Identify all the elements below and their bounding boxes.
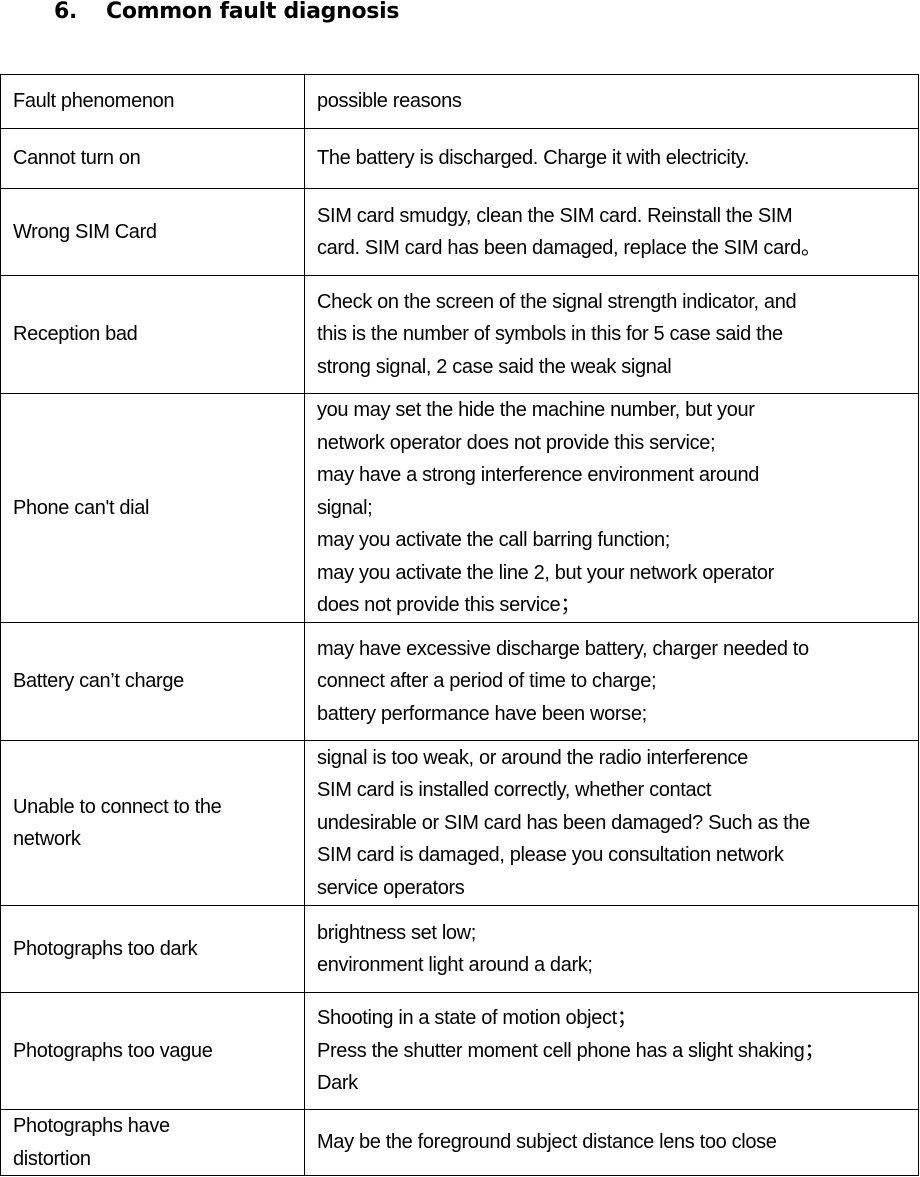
reason-text-line: May be the foreground subject distance l… (317, 1131, 777, 1154)
reason-text-line: brightness set low; (317, 921, 476, 944)
possible-reasons-cell: May be the foreground subject distance l… (304, 1109, 919, 1176)
reason-text-line: connect after a period of time to charge… (317, 670, 657, 693)
table-row: Photographs too dark brightness set low; e… (0, 905, 919, 993)
fault-text-line: Photographs have (13, 1115, 170, 1137)
fault-phenomenon-cell: Wrong SIM Card (0, 188, 305, 276)
fault-diagnosis-table: Fault phenomenon possible reasons Cannot… (0, 74, 919, 1176)
reason-text-line: may you activate the call barring functi… (317, 529, 670, 552)
possible-reasons-cell: The battery is discharged. Charge it wit… (304, 128, 919, 189)
header-possible-reasons: possible reasons (304, 74, 919, 129)
reason-text-line: signal is too weak, or around the radio … (317, 746, 748, 769)
header-fault-phenomenon: Fault phenomenon (0, 74, 305, 129)
fault-text-line: Photographs too vague (13, 1039, 213, 1062)
reason-text-line: Dark (317, 1072, 358, 1095)
possible-reasons-cell: you may set the hide the machine number,… (304, 393, 919, 623)
reason-text-line: SIM card is damaged, please you consulta… (317, 844, 784, 867)
possible-reasons-cell: SIM card smudgy, clean the SIM card. Rei… (304, 188, 919, 276)
reason-text-line: The battery is discharged. Charge it wit… (317, 147, 750, 170)
reason-text-line: card. SIM card has been damaged, replace… (317, 237, 821, 259)
fault-text-line: Battery can’t charge (13, 670, 184, 693)
reason-text-line: may have a strong interference environme… (317, 464, 760, 487)
fault-phenomenon-cell: Unable to connect to the network (0, 740, 305, 906)
table-header-row: Fault phenomenon possible reasons (0, 74, 919, 129)
reason-text-line: this is the number of symbols in this fo… (317, 323, 783, 346)
reason-text-line: may have excessive discharge battery, ch… (317, 637, 809, 660)
reason-text-line: environment light around a dark; (317, 954, 593, 976)
reason-text-line: Press the shutter moment cell phone has … (317, 1039, 824, 1062)
possible-reasons-cell: Check on the screen of the signal streng… (304, 275, 919, 394)
section-title: Common fault diagnosis (106, 0, 400, 24)
fault-text-line: distortion (13, 1147, 91, 1170)
fault-text-line: Reception bad (13, 323, 138, 346)
reason-text-line: does not provide this service； (317, 594, 580, 617)
reason-text-line: service operators (317, 876, 465, 899)
fault-phenomenon-cell: Phone can't dial (0, 393, 305, 623)
fault-phenomenon-cell: Cannot turn on (0, 128, 305, 189)
fault-phenomenon-cell: Reception bad (0, 275, 305, 394)
fault-phenomenon-cell: Photographs too vague (0, 992, 305, 1110)
fault-text-line: Unable to connect to the (13, 795, 222, 818)
table-row: Phone can't dial you may set the hide the… (0, 393, 919, 623)
reason-text-line: strong signal, 2 case said the weak sign… (317, 355, 672, 378)
reason-text-line: Check on the screen of the signal streng… (317, 290, 797, 313)
fault-text-line: network (13, 828, 81, 850)
fault-text-line: Phone can't dial (13, 496, 150, 519)
reason-text-line: network operator does not provide this s… (317, 431, 716, 454)
fault-phenomenon-cell: Photographs too dark (0, 905, 305, 993)
possible-reasons-cell: brightness set low; environment light aro… (304, 905, 919, 993)
reason-text-line: SIM card smudgy, clean the SIM card. Rei… (317, 204, 793, 227)
possible-reasons-cell: may have excessive discharge battery, ch… (304, 622, 919, 741)
reason-text-line: battery performance have been worse; (317, 702, 647, 725)
section-heading: 6. Common fault diagnosis (54, 0, 399, 30)
fault-phenomenon-cell: Photographs have distortion (0, 1109, 305, 1176)
reason-text-line: Shooting in a state of motion object； (317, 1007, 637, 1030)
table-row: Cannot turn on The battery is discharged.… (0, 128, 919, 189)
fault-phenomenon-cell: Battery can’t charge (0, 622, 305, 741)
table-row: Photographs have distortion May be the for… (0, 1109, 919, 1176)
table-row: Battery can’t charge may have excessive d… (0, 622, 919, 741)
reason-text-line: you may set the hide the machine number,… (317, 399, 755, 422)
reason-text-line: signal; (317, 496, 373, 519)
reason-text-line: undesirable or SIM card has been damaged… (317, 811, 810, 834)
table-row: Reception bad Check on the screen of the … (0, 275, 919, 394)
table-row: Wrong SIM Card SIM card smudgy, clean the… (0, 188, 919, 276)
section-number: 6. (54, 0, 78, 24)
reason-text-line: SIM card is installed correctly, whether… (317, 779, 712, 802)
table-row: Photographs too vague Shooting in a state… (0, 992, 919, 1110)
table-row: Unable to connect to the network signal is… (0, 740, 919, 906)
fault-text-line: Cannot turn on (13, 147, 141, 170)
fault-text-line: Photographs too dark (13, 937, 198, 960)
fault-text-line: Wrong SIM Card (13, 220, 157, 243)
possible-reasons-cell: Shooting in a state of motion object； Pre… (304, 992, 919, 1110)
possible-reasons-cell: signal is too weak, or around the radio … (304, 740, 919, 906)
reason-text-line: may you activate the line 2, but your ne… (317, 561, 774, 584)
